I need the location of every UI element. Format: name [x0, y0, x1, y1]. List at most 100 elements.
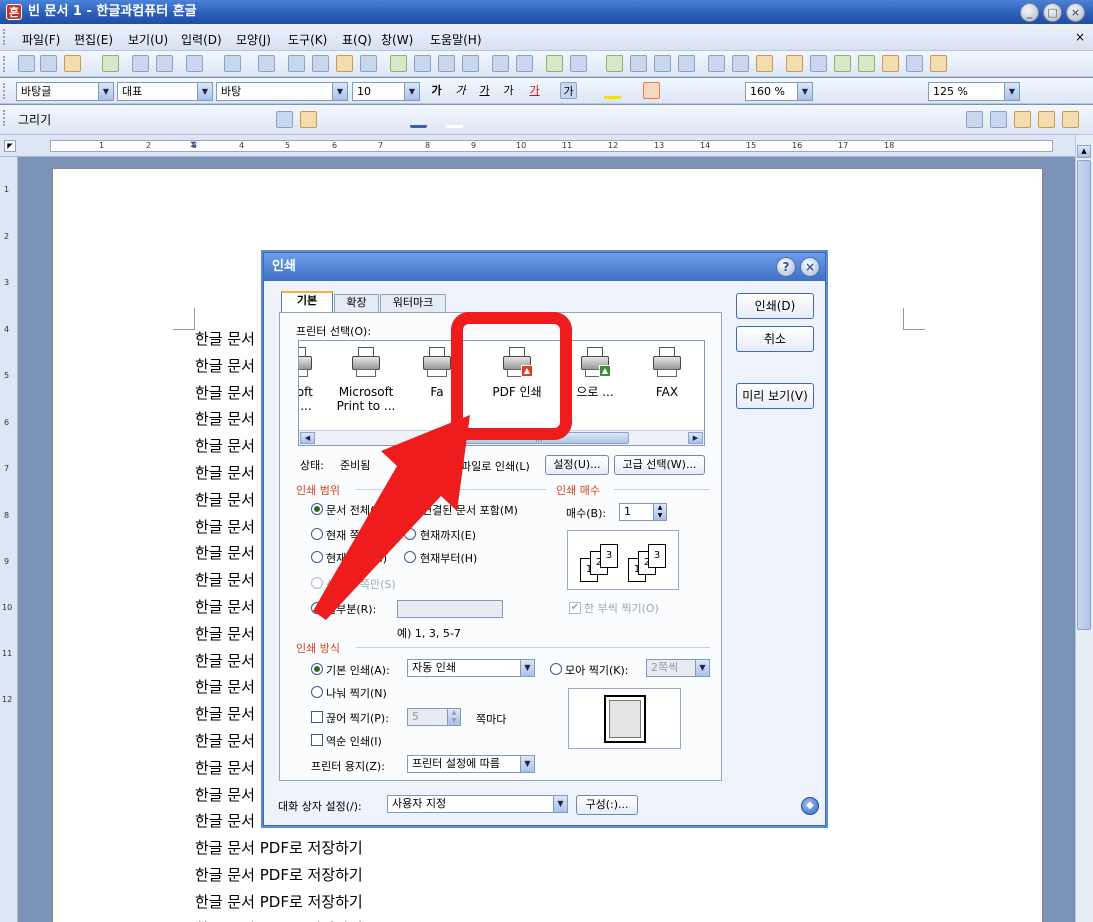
align-objects-icon[interactable] [738, 111, 755, 128]
align-right-icon[interactable] [716, 82, 733, 99]
menu-tools[interactable]: 도구(K) [288, 31, 327, 48]
chevron-down-icon[interactable]: ▼ [695, 660, 709, 676]
new-document-icon[interactable] [18, 55, 35, 72]
chevron-down-icon[interactable]: ▼ [553, 796, 567, 812]
indent-marker[interactable]: ⧗ [190, 140, 198, 156]
print-to-file-label[interactable]: 파일로 인쇄(L) [461, 458, 530, 474]
menu-format[interactable]: 모양(J) [236, 31, 271, 48]
memo-icon[interactable] [786, 55, 803, 72]
collate-label[interactable]: 한 부씩 찍기(O) [584, 600, 659, 616]
arrange-icon[interactable] [842, 111, 859, 128]
arc-tool-icon[interactable] [144, 111, 161, 128]
tab-basic[interactable]: 기본 [281, 291, 333, 313]
paste-icon[interactable] [336, 55, 353, 72]
rotate-icon[interactable] [690, 111, 707, 128]
reverse-print-label[interactable]: 역순 인쇄(I) [326, 733, 382, 749]
range-up-to-current-label[interactable]: 현재까지(E) [420, 527, 476, 543]
advanced-options-button[interactable]: 고급 선택(W)... [614, 455, 705, 475]
preview-icon[interactable] [156, 55, 173, 72]
basic-print-label[interactable]: 기본 인쇄(A): [326, 662, 390, 678]
shade-button[interactable]: 가 [560, 82, 577, 99]
dialog-setting-select[interactable]: 사용자 지정 ▼ [387, 795, 568, 813]
collate-checkbox[interactable]: ✔ [569, 602, 581, 614]
vertical-scroll-thumb[interactable] [1077, 160, 1091, 630]
ellipse-tool-icon[interactable] [120, 111, 137, 128]
bullet-list-icon[interactable] [900, 82, 917, 99]
align-center-icon[interactable] [692, 82, 709, 99]
style-combo[interactable]: 바탕글 ▼ [16, 82, 114, 101]
menu-file[interactable]: 파일(F) [22, 31, 60, 48]
cut-print-checkbox[interactable] [311, 711, 323, 723]
polygon-tool-icon[interactable] [168, 111, 185, 128]
printer-item[interactable]: osoft to ... [299, 347, 333, 413]
align-icon[interactable] [414, 55, 431, 72]
range-partial-label[interactable]: 일부분(R): [326, 601, 376, 617]
range-from-current-radio[interactable] [404, 551, 416, 563]
font-combo[interactable]: 바탕 ▼ [216, 82, 348, 101]
object-props-icon[interactable] [940, 111, 957, 128]
chevron-down-icon[interactable]: ▼ [98, 83, 113, 100]
cut-print-label[interactable]: 끊어 찍기(P): [326, 710, 389, 726]
curve-tool-icon[interactable] [192, 111, 209, 128]
copy-icon[interactable] [312, 55, 329, 72]
split-print-radio[interactable] [311, 686, 323, 698]
underline-button[interactable]: 가 [476, 82, 493, 99]
tab-extended[interactable]: 확장 [334, 294, 379, 312]
paper-select[interactable]: 프린터 설정에 따름 ▼ [407, 755, 535, 773]
document-line[interactable]: 한글 문서 PDF로 저장하기 [195, 837, 363, 858]
document-line[interactable]: 한글 문서 PDF로 저장하기 [195, 918, 363, 922]
preview-button[interactable]: 미리 보기(V) [736, 383, 814, 409]
open-folder-icon[interactable] [64, 55, 81, 72]
copies-input[interactable]: 1 ▲ ▼ [619, 503, 667, 521]
toolbar-grip[interactable] [3, 83, 7, 99]
range-from-current-label[interactable]: 현재부터(H) [420, 550, 477, 566]
new-tab-icon[interactable] [40, 55, 57, 72]
sticker-icon[interactable] [1014, 111, 1031, 128]
numbered-list-icon[interactable] [876, 82, 893, 99]
fill-color-icon[interactable] [446, 111, 463, 128]
chevron-down-icon[interactable]: ▼ [1004, 83, 1019, 100]
cut-icon[interactable] [288, 55, 305, 72]
range-up-to-current-radio[interactable] [404, 528, 416, 540]
indent-decrease-icon[interactable] [820, 82, 837, 99]
send-back-icon[interactable] [506, 111, 523, 128]
chevron-down-icon[interactable]: ▼ [332, 83, 347, 100]
print-button[interactable]: 인쇄(D) [736, 293, 814, 319]
chevron-down-icon[interactable]: ▼ [404, 83, 419, 100]
basic-print-select[interactable]: 자동 인쇄 ▼ [407, 659, 535, 677]
basic-print-radio[interactable] [311, 663, 323, 675]
nup-print-label[interactable]: 모아 찍기(K): [565, 662, 628, 678]
ungroup-tool-icon[interactable] [378, 111, 395, 128]
paragraph-icon[interactable] [438, 55, 455, 72]
line-tool-icon[interactable] [72, 111, 89, 128]
hwp-app-icon[interactable]: 흔 [6, 4, 22, 20]
cut-spinner[interactable]: ▲ ▼ [447, 709, 460, 725]
group-tool-icon[interactable] [354, 111, 371, 128]
font-color-button[interactable]: 가 [526, 82, 543, 99]
printer-settings-button[interactable]: 설정(U)... [545, 455, 609, 475]
header-footer-icon[interactable] [756, 55, 773, 72]
partial-pages-input[interactable] [397, 600, 503, 618]
range-current-page-radio[interactable] [311, 528, 323, 540]
range-current-section-radio[interactable] [311, 551, 323, 563]
formula-icon[interactable] [654, 55, 671, 72]
warning-icon[interactable] [866, 111, 883, 128]
italic-button[interactable]: 가 [452, 82, 469, 99]
symbol-icon[interactable] [678, 55, 695, 72]
document-line[interactable]: 한글 문서 PDF로 저장하기 [195, 864, 363, 885]
align-left-icon[interactable] [668, 82, 685, 99]
zoom-combo[interactable]: 125 % ▼ [928, 82, 1020, 101]
chevron-down-icon[interactable]: ▼ [520, 660, 534, 676]
pen-tool-icon[interactable] [216, 111, 233, 128]
cut-pages-input[interactable]: 5 ▲ ▼ [407, 708, 461, 726]
dialog-close-icon[interactable]: × [800, 257, 820, 277]
font-size-combo[interactable]: 10 ▼ [352, 82, 420, 101]
scroll-right-icon[interactable]: ▶ [688, 432, 703, 444]
macro3-icon[interactable] [882, 55, 899, 72]
unlink-icon[interactable] [516, 55, 533, 72]
presentation-icon[interactable] [810, 55, 827, 72]
align-justify-icon[interactable] [643, 82, 660, 99]
macro1-icon[interactable] [834, 55, 851, 72]
print-icon[interactable] [132, 55, 149, 72]
spellcheck-icon[interactable] [390, 55, 407, 72]
